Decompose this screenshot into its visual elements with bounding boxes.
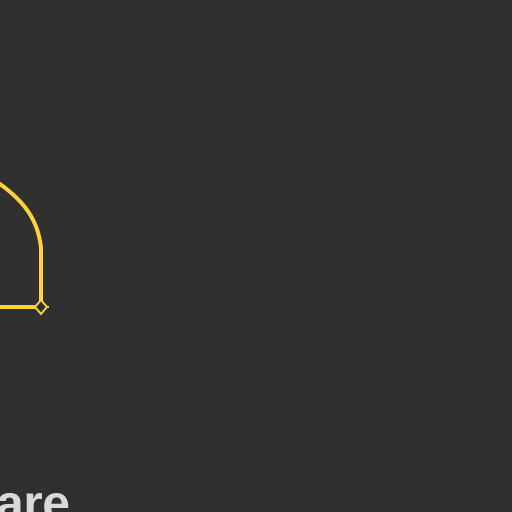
vector-shape-layer bbox=[0, 182, 49, 316]
editor-canvas[interactable]: are bbox=[0, 0, 512, 512]
diamond-anchor-icon[interactable] bbox=[33, 298, 49, 316]
shape-path[interactable] bbox=[0, 182, 43, 309]
partial-caption-text: are bbox=[0, 475, 70, 512]
